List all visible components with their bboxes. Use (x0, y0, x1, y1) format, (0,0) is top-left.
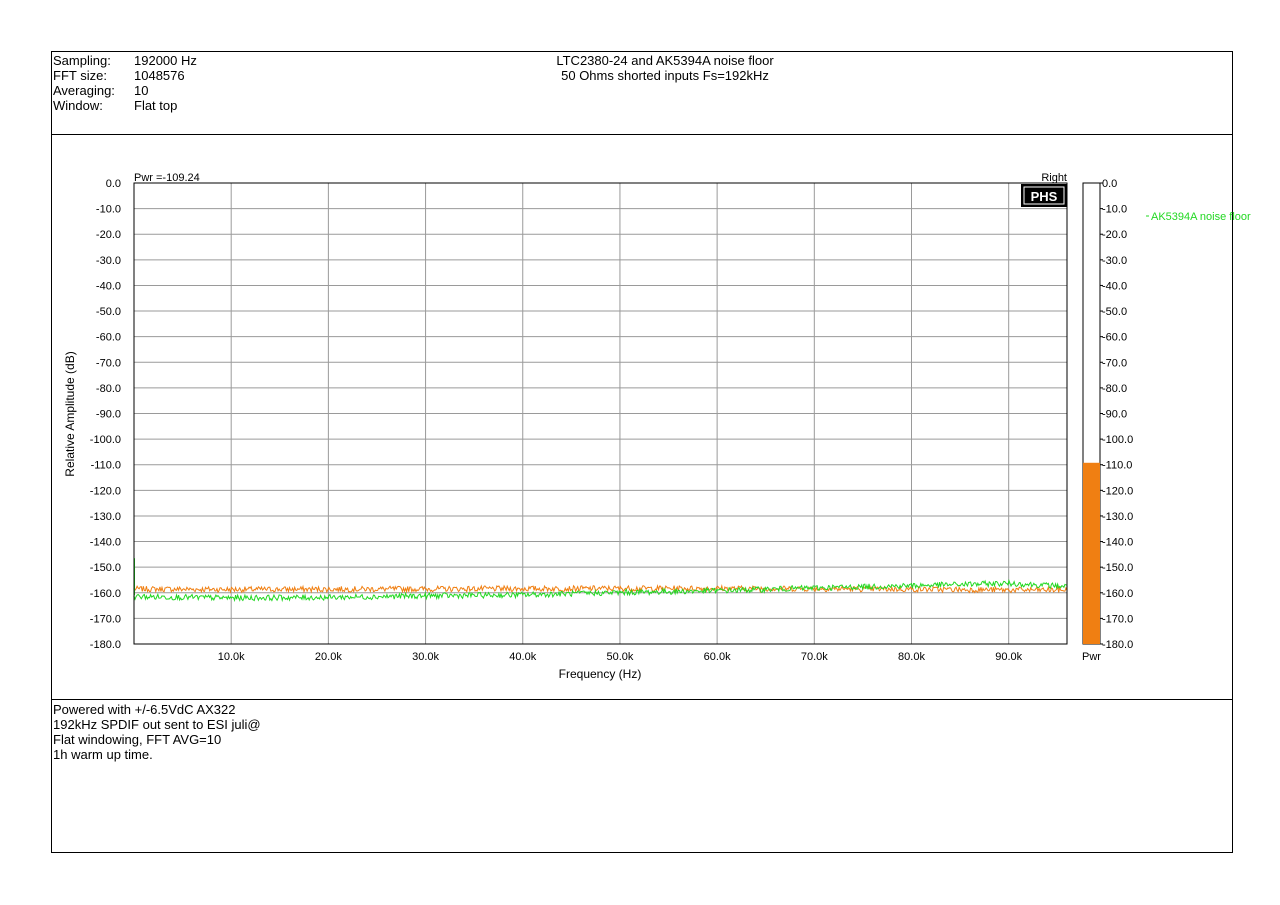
x-tick-label: 30.0k (412, 651, 439, 663)
y-tick-label: -100.0 (90, 434, 121, 446)
grid (134, 182, 1067, 645)
series-point (424, 588, 427, 590)
x-tick-label: 60.0k (704, 651, 731, 663)
meter-tick-label: -40.0 (1102, 280, 1127, 292)
y-tick-label: -80.0 (96, 383, 121, 395)
meter-tick-label: -90.0 (1102, 409, 1127, 421)
meter-label: Pwr (1082, 651, 1101, 663)
meter-tick-label: -80.0 (1102, 383, 1127, 395)
meter-tick-label: -170.0 (1102, 613, 1133, 625)
series-group (133, 558, 1068, 603)
meter-tick-label: -30.0 (1102, 255, 1127, 267)
series-point (1008, 582, 1010, 584)
power-meter: 0.0 -10.0 -20.0 -30.0 -40.0 -50.0 -60.0 -70.0 -8… (1082, 178, 1133, 663)
series-line-1 (133, 583, 1068, 594)
y-tick-label: -40.0 (96, 280, 121, 292)
y-tick-label: -110.0 (91, 460, 121, 472)
series-point (230, 588, 232, 591)
series-point (230, 597, 232, 599)
y-tick-label: -150.0 (90, 562, 121, 574)
y-tick-label: -170.0 (90, 613, 121, 625)
y-tick-label: -70.0 (96, 357, 121, 369)
meter-tick-label: -120.0 (1102, 485, 1133, 497)
meter-tick-label: -100.0 (1102, 434, 1133, 446)
meter-tick-label: -130.0 (1102, 511, 1133, 523)
x-tick-label: 70.0k (801, 651, 828, 663)
y-tick-label: 0.0 (106, 178, 121, 190)
y-tick-label: -130.0 (90, 511, 121, 523)
y-tick-label: -10.0 (96, 204, 121, 216)
x-tick-label: 50.0k (606, 651, 633, 663)
y-tick-label: -120.0 (90, 485, 121, 497)
legend: AK5394A noise floor (1146, 211, 1251, 223)
x-axis-label: Frequency (Hz) (559, 667, 642, 681)
series-point (424, 595, 427, 597)
pwr-readout: Pwr =-109.24 (134, 172, 200, 184)
y-tick-label: -90.0 (96, 409, 121, 421)
meter-tick-label: -140.0 (1102, 537, 1133, 549)
meter-tick-label: 0.0 (1102, 178, 1117, 190)
series-point (619, 587, 621, 590)
series-point (327, 588, 329, 590)
y-tick-label: -180.0 (90, 639, 121, 651)
x-tick-label: 20.0k (315, 651, 342, 663)
series-point (522, 594, 524, 596)
meter-tick-label: -110.0 (1102, 460, 1132, 472)
series-point (327, 596, 329, 598)
y-tick-label: -140.0 (90, 537, 121, 549)
meter-tick-label: -160.0 (1102, 588, 1133, 600)
series-point (910, 588, 913, 590)
y-tick-label: -20.0 (96, 229, 121, 241)
meter-tick-label: -70.0 (1102, 357, 1127, 369)
phs-logo: PHS (1021, 184, 1067, 207)
series-point (1008, 589, 1010, 591)
y-tick-label: -160.0 (90, 588, 121, 600)
phs-logo-text: PHS (1031, 189, 1058, 204)
legend-item-label: AK5394A noise floor (1151, 211, 1251, 223)
meter-tick-label: -10.0 (1102, 204, 1127, 216)
x-tick-label: 10.0k (218, 651, 245, 663)
meter-tick-label: -180.0 (1102, 639, 1133, 651)
meter-tick-label: -20.0 (1102, 229, 1127, 241)
series-point (716, 587, 718, 590)
series-point (910, 585, 913, 587)
series-point (619, 591, 621, 594)
x-tick-label: 80.0k (898, 651, 925, 663)
y-tick-label: -30.0 (96, 255, 121, 267)
meter-tick-label: -60.0 (1102, 332, 1127, 344)
meter-tick-label: -150.0 (1102, 562, 1133, 574)
series-point (716, 590, 718, 592)
x-tick-label: 90.0k (995, 651, 1022, 663)
y-tick-label: -50.0 (96, 306, 121, 318)
y-axis-label: Relative Amplitude (dB) (63, 351, 77, 476)
y-tick-label: -60.0 (96, 332, 121, 344)
meter-fill (1083, 462, 1100, 644)
series-point (522, 588, 524, 590)
x-tick-label: 40.0k (509, 651, 536, 663)
meter-tick-label: -50.0 (1102, 306, 1127, 318)
series-point (813, 587, 815, 589)
fft-chart: 0.0 -10.0 -20.0 -30.0 -40.0 -50.0 -60.0 -70.0 -8… (63, 172, 1251, 681)
channel-label: Right (1041, 172, 1067, 184)
